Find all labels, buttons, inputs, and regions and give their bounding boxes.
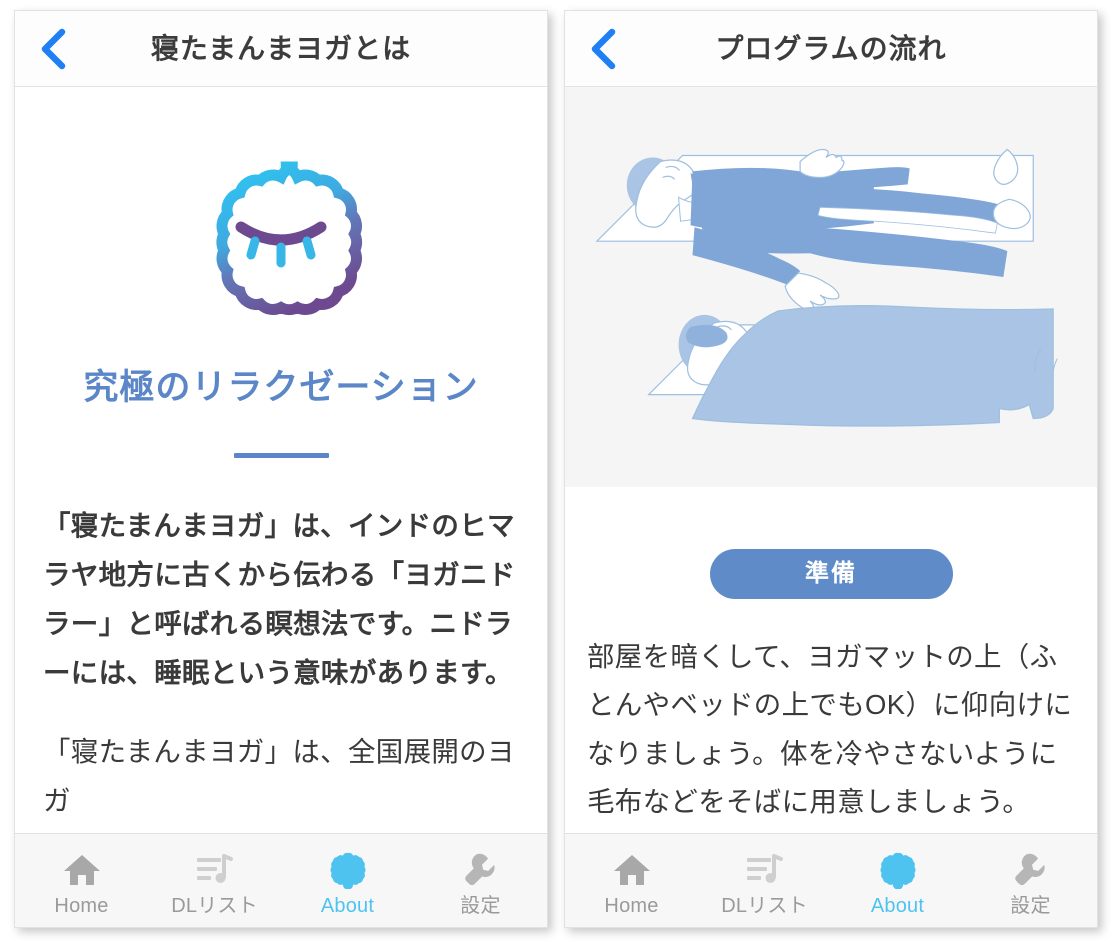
tab-about[interactable]: About (831, 834, 964, 927)
chevron-left-icon (590, 28, 616, 70)
tab-settings[interactable]: 設定 (964, 834, 1097, 927)
paragraph-normal: 「寝たまんまヨガ」は、全国展開のヨガ (43, 735, 515, 816)
body-text: 部屋を暗くして、ヨガマットの上（ふとんやベッドの上でもOK）に仰向けになりましょ… (587, 641, 1073, 818)
playlist-music-icon (195, 850, 235, 890)
page-title: プログラムの流れ (715, 32, 947, 64)
right-navbar: プログラムの流れ (565, 11, 1097, 87)
wrench-icon (462, 850, 500, 890)
tab-about-label: About (320, 894, 375, 917)
playlist-music-icon (745, 850, 785, 890)
paragraph-bold: 「寝たまんまヨガ」は、インドのヒマラヤ地方に古くから伝わる「ヨガニドラー」と呼ば… (43, 510, 516, 688)
section-button-wrap: 準備 (565, 487, 1097, 599)
tab-dl-list-label: DLリスト (721, 894, 808, 917)
page-title: 寝たまんまヨガとは (150, 32, 412, 64)
headline: 究極のリラクゼーション (83, 368, 479, 407)
tab-settings-label: 設定 (1010, 894, 1051, 917)
tab-dl-list[interactable]: DLリスト (698, 834, 831, 927)
back-button[interactable] (581, 27, 625, 71)
tab-about-label: About (870, 894, 925, 917)
home-icon (63, 850, 101, 890)
left-screen: 寝たまんまヨガとは 究極のリラクゼーション 「寝たまんまヨガ」は、インドのヒマラ… (14, 10, 548, 928)
section-button[interactable]: 準備 (709, 549, 953, 599)
left-navbar: 寝たまんまヨガとは (15, 11, 547, 87)
right-tabbar: Home DLリスト About 設定 (565, 833, 1097, 927)
right-screen: プログラムの流れ 準備 部屋を暗くして、ヨガマットの上（ふとんやベッドの上でもO… (564, 10, 1098, 928)
tab-settings[interactable]: 設定 (414, 834, 547, 927)
divider-rule (233, 453, 329, 458)
left-tabbar: Home DLリスト About 設定 (15, 833, 547, 927)
home-icon (613, 850, 651, 890)
right-scroll-area[interactable]: 準備 部屋を暗くして、ヨガマットの上（ふとんやベッドの上でもOK）に仰向けになり… (565, 87, 1097, 833)
cloud-blob-icon (879, 850, 917, 890)
sleeping-face-cloud-logo-icon (195, 153, 367, 321)
screenshot-stage: 寝たまんまヨガとは 究極のリラクゼーション 「寝たまんまヨガ」は、インドのヒマラ… (0, 0, 1120, 942)
cloud-blob-icon (329, 850, 367, 890)
tab-home[interactable]: Home (15, 834, 148, 927)
back-button[interactable] (31, 27, 75, 71)
tab-home[interactable]: Home (565, 834, 698, 927)
tab-dl-list[interactable]: DLリスト (148, 834, 281, 927)
tab-home-label: Home (604, 894, 659, 917)
tab-about[interactable]: About (281, 834, 414, 927)
savasana-illustration-icon (565, 87, 1097, 487)
tab-settings-label: 設定 (460, 894, 501, 917)
tab-home-label: Home (54, 894, 109, 917)
chevron-left-icon (40, 28, 66, 70)
savasana-illustration (565, 87, 1097, 487)
tab-dl-list-label: DLリスト (171, 894, 258, 917)
wrench-icon (1012, 850, 1050, 890)
app-logo (15, 87, 547, 321)
left-scroll-area[interactable]: 究極のリラクゼーション 「寝たまんまヨガ」は、インドのヒマラヤ地方に古くから伝わ… (15, 87, 547, 833)
